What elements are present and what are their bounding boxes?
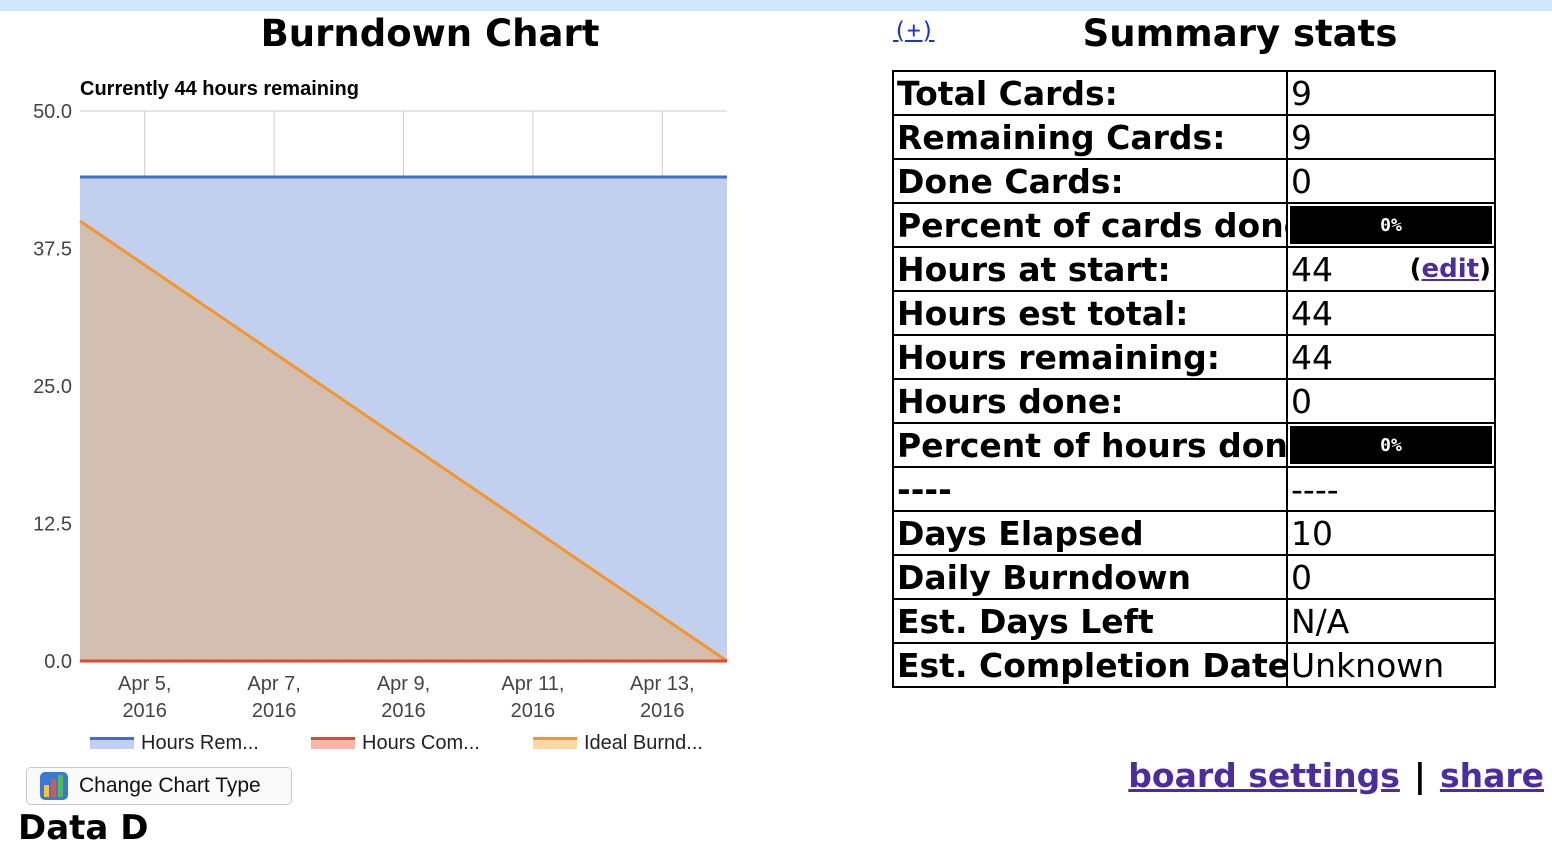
stats-label: Hours at start: [892,246,1288,292]
legend-swatch-line [90,737,134,740]
top-bar [0,0,1552,11]
stats-row: Hours est total: 44 [892,290,1496,336]
y-tick-label: 25.0 [33,376,72,398]
stats-row: Hours at start: 44 (edit) [892,246,1496,292]
chart-type-icon [39,771,69,801]
stats-label: Hours done: [892,378,1288,424]
x-tick-label: Apr 7, 2016 [247,673,300,722]
change-chart-type-label: Change Chart Type [79,774,261,797]
cut-off-heading: Data D [18,808,149,848]
legend-label: Ideal Burnd... [584,732,703,754]
stats-label: Total Cards: [892,70,1288,116]
stats-label: Remaining Cards: [892,114,1288,160]
stats-row: Remaining Cards: 9 [892,114,1496,160]
stats-label: Est. Days Left [892,598,1288,644]
stats-value-cell: 44 [1286,290,1496,336]
stats-value-cell: 0% [1286,422,1496,468]
stats-row: Est. Completion Date Unknown [892,642,1496,688]
edit-paren-open: ( [1409,254,1422,284]
stats-row: ---- ---- [892,466,1496,512]
y-tick-label: 50.0 [33,101,72,123]
stats-value-cell: ---- [1286,466,1496,512]
bottom-links: board settings | share [1128,756,1544,795]
chart-title: Burndown Chart [260,12,600,55]
edit-wrapper: (edit) [1410,254,1491,284]
burndown-chart: 50.0 37.5 25.0 12.5 0.0 Apr 5, 2016 Apr 7, 2016 A… [33,101,728,754]
chart-subtitle: Currently 44 hours remaining [80,78,359,100]
legend-label: Hours Rem... [141,732,259,754]
stats-label: Hours est total: [892,290,1288,336]
stats-value-cell: 9 [1286,114,1496,160]
x-tick-label: Apr 5, 2016 [118,673,171,722]
share-link[interactable]: share [1440,756,1544,795]
stats-value-cell: 0 [1286,554,1496,600]
x-tick-label: Apr 13, 2016 [630,673,694,722]
stats-row: Days Elapsed 10 [892,510,1496,556]
y-tick-label: 0.0 [44,651,72,673]
stats-label: Percent of cards done: [892,202,1288,248]
change-chart-type-button[interactable]: Change Chart Type [26,767,292,805]
stats-row: Done Cards: 0 [892,158,1496,204]
legend-swatch-line [533,737,577,740]
stats-value-cell: 10 [1286,510,1496,556]
stats-label: Hours remaining: [892,334,1288,380]
y-tick-label: 37.5 [33,239,72,261]
link-separator: | [1413,756,1426,795]
legend-swatch-line [311,737,355,740]
stats-label: ---- [892,466,1288,512]
x-tick-label: Apr 9, 2016 [377,673,430,722]
stats-value-cell: 44 [1286,334,1496,380]
stats-value-cell: 0 [1286,158,1496,204]
stats-value: 44 [1291,249,1333,289]
stats-label: Done Cards: [892,158,1288,204]
stats-value-cell: Unknown [1286,642,1496,688]
stats-title: Summary stats [1082,12,1398,55]
stats-label: Days Elapsed [892,510,1288,556]
stats-row: Percent of cards done: 0% [892,202,1496,248]
stats-value-cell: 44 (edit) [1286,246,1496,292]
y-tick-label: 12.5 [33,514,72,536]
edit-paren-close: ) [1479,254,1491,284]
legend-label: Hours Com... [362,732,480,754]
board-settings-link[interactable]: board settings [1128,756,1400,795]
stats-row: Est. Days Left N/A [892,598,1496,644]
stats-row: Hours remaining: 44 [892,334,1496,380]
stats-row: Percent of hours done: 0% [892,422,1496,468]
stats-row: Total Cards: 9 [892,70,1496,116]
stats-label: Percent of hours done: [892,422,1288,468]
progress-bar: 0% [1290,426,1492,464]
edit-hours-link[interactable]: edit [1422,254,1480,284]
progress-bar: 0% [1290,206,1492,244]
x-tick-label: Apr 11, 2016 [501,673,564,722]
stats-value-cell: 9 [1286,70,1496,116]
stats-value-cell: 0 [1286,378,1496,424]
hours-at-start-cell: 44 (edit) [1291,250,1491,289]
stats-label: Daily Burndown [892,554,1288,600]
stats-row: Daily Burndown 0 [892,554,1496,600]
stats-value-cell: N/A [1286,598,1496,644]
stats-row: Hours done: 0 [892,378,1496,424]
expand-link[interactable]: (+) [893,18,935,44]
stats-label: Est. Completion Date [892,642,1288,688]
stats-value-cell: 0% [1286,202,1496,248]
summary-stats-table: Total Cards: 9 Remaining Cards: 9 Done Cards… [892,70,1496,688]
